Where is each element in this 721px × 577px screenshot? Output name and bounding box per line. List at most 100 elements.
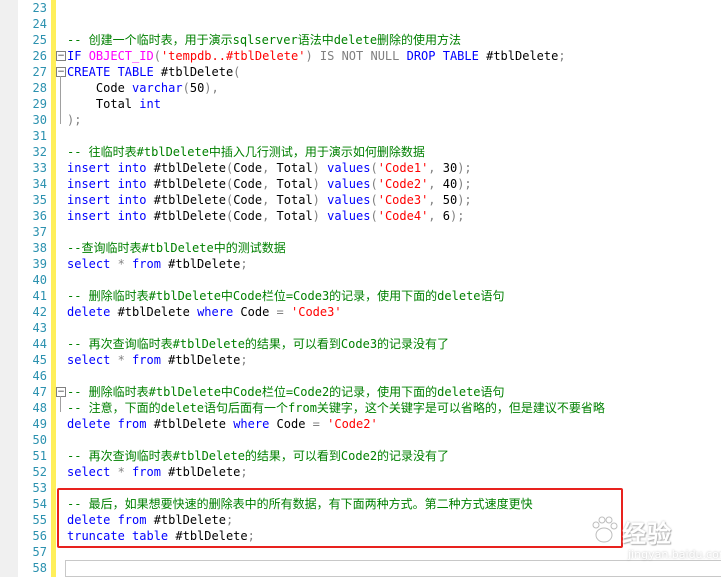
code-line-text: --查询临时表#tblDelete中的测试数据	[67, 240, 286, 256]
code-line[interactable]	[56, 16, 721, 32]
code-token: Code	[233, 193, 263, 207]
code-line-text: -- 注意，下面的delete语句后面有一个from关键字，这个关键字是可以省略…	[67, 400, 605, 416]
code-line[interactable]: select * from #tblDelete;	[56, 256, 721, 272]
code-token: (	[153, 49, 161, 63]
line-number: 30	[32, 113, 47, 127]
code-token: OBJECT_ID	[88, 49, 154, 63]
code-token: ,	[428, 209, 443, 223]
code-line[interactable]: Total int	[56, 96, 721, 112]
code-token: (	[182, 81, 190, 95]
line-number: 24	[32, 17, 47, 31]
code-token: ,	[428, 177, 443, 191]
code-token: #tblDelete	[168, 257, 241, 271]
code-token: ;	[240, 465, 248, 479]
code-token: 30	[442, 161, 458, 175]
line-number: 38	[32, 241, 47, 255]
code-token: Code	[233, 209, 263, 223]
code-line-text: -- 删除临时表#tblDelete中Code栏位=Code3的记录，使用下面的…	[67, 288, 505, 304]
code-line[interactable]: --查询临时表#tblDelete中的测试数据	[56, 240, 721, 256]
code-line[interactable]: − -- 删除临时表#tblDelete中Code栏位=Code2的记录，使用下面…	[56, 384, 721, 400]
code-line[interactable]: -- 创建一个临时表，用于演示sqlserver语法中delete删除的使用方法	[56, 32, 721, 48]
code-token: insert into	[67, 161, 154, 175]
baidu-paw-icon	[592, 516, 618, 543]
code-line-text: -- 再次查询临时表#tblDelete的结果，可以看到Code3的记录没有了	[67, 336, 449, 352]
code-token: 50	[442, 193, 458, 207]
code-token: Code	[233, 161, 263, 175]
code-line[interactable]: Code varchar(50),	[56, 80, 721, 96]
code-token: 50	[189, 81, 205, 95]
code-token: insert into	[67, 193, 154, 207]
code-line[interactable]: -- 删除临时表#tblDelete中Code栏位=Code3的记录，使用下面的…	[56, 288, 721, 304]
collapse-toggle-icon[interactable]: −	[56, 387, 66, 397]
collapse-toggle-icon[interactable]: −	[56, 67, 66, 77]
code-token: from	[132, 353, 169, 367]
code-token: DROP TABLE	[406, 49, 487, 63]
code-line[interactable]: delete #tblDelete where Code = 'Code3'	[56, 304, 721, 320]
code-line[interactable]: select * from #tblDelete;	[56, 352, 721, 368]
code-line[interactable]: insert into #tblDelete (Code, Total) valu…	[56, 192, 721, 208]
line-number: 45	[32, 353, 47, 367]
code-token: values	[327, 177, 371, 191]
code-line-text: insert into #tblDelete (Code, Total) valu…	[67, 208, 464, 224]
line-number: 41	[32, 289, 47, 303]
code-token: #tblDelete	[168, 353, 241, 367]
code-token: Code	[233, 177, 263, 191]
code-token: int	[139, 97, 161, 111]
code-token: values	[327, 209, 371, 223]
code-token: #tblDelete	[153, 161, 226, 175]
code-line-text: Total int	[67, 96, 161, 112]
code-line[interactable]: -- 往临时表#tblDelete中插入几行测试，用于演示如何删除数据	[56, 144, 721, 160]
line-number: 28	[32, 81, 47, 95]
code-token: where	[197, 305, 241, 319]
code-line[interactable]: − IF OBJECT_ID('tempdb..#tblDelete') IS N…	[56, 48, 721, 64]
code-line[interactable]: -- 再次查询临时表#tblDelete的结果，可以看到Code3的记录没有了	[56, 336, 721, 352]
code-line[interactable]: -- 再次查询临时表#tblDelete的结果，可以看到Code2的记录没有了	[56, 448, 721, 464]
code-token: ;	[240, 257, 248, 271]
watermark: 经验 jingyan.baidu.com	[588, 514, 721, 566]
sql-editor[interactable]: 23 24 25 26 27 28 29 30 31 32 33 34 35 36 37 38 39 40 41 42…	[0, 0, 721, 577]
code-token: ,	[262, 177, 277, 191]
code-token: values	[327, 161, 371, 175]
code-line[interactable]	[56, 224, 721, 240]
code-line[interactable]: select * from #tblDelete;	[56, 464, 721, 480]
line-number: 23	[32, 1, 47, 15]
code-token: #tblDelete	[486, 49, 559, 63]
line-number: 37	[32, 225, 47, 239]
code-line-text: Code varchar(50),	[67, 80, 219, 96]
collapse-toggle-icon[interactable]: −	[56, 51, 66, 61]
highlight-annotation-box	[57, 488, 623, 548]
code-token: -- 再次查询临时表#tblDelete的结果，可以看到Code3的记录没有了	[67, 337, 450, 351]
code-token: );	[457, 177, 472, 191]
code-line[interactable]: delete from #tblDelete where Code = 'Cod…	[56, 416, 721, 432]
code-line[interactable]: insert into #tblDelete (Code, Total) valu…	[56, 160, 721, 176]
code-line[interactable]	[56, 0, 721, 16]
code-line-text: insert into #tblDelete (Code, Total) valu…	[67, 192, 472, 208]
selection-margin[interactable]	[0, 0, 19, 577]
code-token: -- 再次查询临时表#tblDelete的结果，可以看到Code2的记录没有了	[67, 449, 450, 463]
code-token: -- 注意，下面的delete语句后面有一个from关键字，这个关键字是可以省略…	[67, 401, 605, 415]
code-line[interactable]: − CREATE TABLE #tblDelete(	[56, 64, 721, 80]
code-token: ,	[262, 209, 277, 223]
line-number-gutter: 23 24 25 26 27 28 29 30 31 32 33 34 35 36 37 38 39 40 41 42…	[18, 0, 48, 577]
code-line[interactable]	[56, 432, 721, 448]
code-token: 'Code3'	[291, 305, 342, 319]
line-number: 26	[32, 49, 47, 63]
code-line[interactable]	[56, 128, 721, 144]
line-number: 34	[32, 177, 47, 191]
line-number: 42	[32, 305, 47, 319]
code-line[interactable]: );	[56, 112, 721, 128]
code-line[interactable]	[56, 320, 721, 336]
line-number: 40	[32, 273, 47, 287]
code-token: -- 删除临时表#tblDelete中Code栏位=Code3的记录，使用下面的…	[67, 289, 505, 303]
code-line[interactable]: insert into #tblDelete (Code, Total) valu…	[56, 176, 721, 192]
code-token: varchar	[132, 81, 183, 95]
line-number: 44	[32, 337, 47, 351]
code-token: CREATE TABLE	[67, 65, 161, 79]
line-number: 25	[32, 33, 47, 47]
code-line[interactable]	[56, 368, 721, 384]
code-line[interactable]: insert into #tblDelete (Code, Total) valu…	[56, 208, 721, 224]
code-line[interactable]: -- 注意，下面的delete语句后面有一个from关键字，这个关键字是可以省略…	[56, 400, 721, 416]
code-token: ,	[428, 161, 443, 175]
code-line[interactable]	[56, 272, 721, 288]
code-token: #tblDelete	[153, 177, 226, 191]
